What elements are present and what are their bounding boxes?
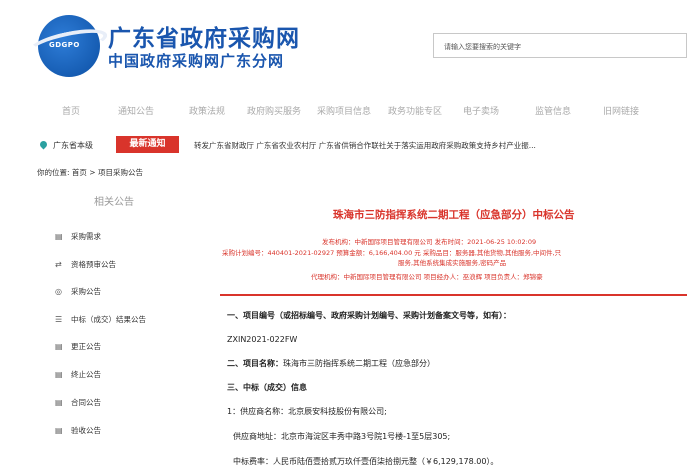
document-icon: ▤ xyxy=(55,342,63,351)
sidebar-item-contract[interactable]: ▤ 合同公告 xyxy=(55,397,101,408)
sidebar-item-label: 资格预审公告 xyxy=(71,260,116,269)
sidebar-item-acceptance[interactable]: ▤ 验收公告 xyxy=(55,425,101,436)
sidebar-item-label: 合同公告 xyxy=(71,398,101,407)
document-icon: ▤ xyxy=(55,232,63,241)
logo-text: GDGPO xyxy=(49,41,80,49)
project-name-value: 珠海市三防指挥系统二期工程（应急部分） xyxy=(283,359,435,368)
sidebar-item-procurement-demand[interactable]: ▤ 采购需求 xyxy=(55,231,101,242)
supplier-name: 1：供应商名称：北京辰安科技股份有限公司; xyxy=(227,407,387,416)
title-divider xyxy=(220,294,687,296)
location-pin-icon xyxy=(38,139,49,150)
sidebar-item-termination[interactable]: ▤ 终止公告 xyxy=(55,369,101,380)
document-icon: ▤ xyxy=(55,426,63,435)
sidebar-item-correction[interactable]: ▤ 更正公告 xyxy=(55,341,101,352)
sidebar-item-label: 更正公告 xyxy=(71,342,101,351)
nav-item-supervision[interactable]: 监管信息 xyxy=(535,104,571,117)
meta-agency-contacts: 代理机构：中新国际项目管理有限公司 项目经办人：巫浪辉 项目负责人：郑锦豪 xyxy=(311,273,543,281)
meta-plan-budget-items: 采购计划编号：440401-2021-02927 预算金额：6,166,404.… xyxy=(222,249,562,257)
nav-item-policies[interactable]: 政策法规 xyxy=(189,104,225,117)
sidebar-item-label: 采购需求 xyxy=(71,232,101,241)
section-award-info-heading: 三、中标（成交）信息 xyxy=(227,383,307,392)
nav-item-home[interactable]: 首页 xyxy=(62,104,80,117)
document-icon: ▤ xyxy=(55,370,63,379)
sidebar-item-label: 终止公告 xyxy=(71,370,101,379)
sidebar-item-label: 中标（成交）结果公告 xyxy=(71,315,146,324)
site-title: 广东省政府采购网 xyxy=(108,26,300,52)
target-icon: ◎ xyxy=(55,287,62,296)
site-subtitle: 中国政府采购网广东分网 xyxy=(108,52,285,70)
project-number: ZXIN2021-022FW xyxy=(227,335,298,344)
sidebar-item-award-result[interactable]: ☰ 中标（成交）结果公告 xyxy=(55,314,146,325)
arrows-icon: ⇄ xyxy=(55,260,62,269)
announcement-title: 珠海市三防指挥系统二期工程（应急部分）中标公告 xyxy=(333,209,575,221)
latest-notice-link[interactable]: 转发广东省财政厅 广东省农业农村厅 广东省供销合作联社关于落实运用政府采购政策支… xyxy=(194,140,536,151)
sidebar-item-procurement-notice[interactable]: ◎ 采购公告 xyxy=(55,286,101,297)
main-nav: 首页 通知公告 政策法规 政府购买服务 采购项目信息 政务功能专区 电子卖场 监… xyxy=(0,104,687,122)
award-amount: 中标费率：人民币陆佰壹拾贰万玖仟壹佰柒拾捌元整（￥6,129,178.00）。 xyxy=(233,457,499,466)
nav-item-e-mall[interactable]: 电子卖场 xyxy=(463,104,499,117)
section-project-number-heading: 一、项目编号（或招标编号、政府采购计划编号、采购计划备案文号等，如有）： xyxy=(227,311,511,320)
location-label[interactable]: 广东省本级 xyxy=(53,140,93,151)
supplier-address: 供应商地址：北京市海淀区丰秀中路3号院1号楼-1至5层305; xyxy=(233,432,451,441)
nav-item-notices[interactable]: 通知公告 xyxy=(118,104,154,117)
meta-items-continued: 服务,其他系统集成实施服务,密码产品 xyxy=(398,259,507,267)
header: GDGPO 广东省政府采购网 中国政府采购网广东分网 请输入您要搜索的关键字 xyxy=(0,0,687,90)
meta-publisher-time: 发布机构：中新国际项目管理有限公司 发布时间：2021-06-25 10:02:… xyxy=(322,238,537,246)
project-name-label: 二、项目名称： xyxy=(227,359,283,368)
search-input[interactable]: 请输入您要搜索的关键字 xyxy=(433,33,687,58)
sidebar-item-label: 采购公告 xyxy=(71,287,101,296)
sidebar-item-label: 验收公告 xyxy=(71,426,101,435)
project-name-line: 二、项目名称：珠海市三防指挥系统二期工程（应急部分） xyxy=(227,358,435,369)
sidebar-item-prequalification[interactable]: ⇄ 资格预审公告 xyxy=(55,259,116,270)
document-icon: ▤ xyxy=(55,398,63,407)
latest-notice-badge: 最新通知 xyxy=(116,136,179,153)
nav-item-old-links[interactable]: 旧网链接 xyxy=(603,104,639,117)
nav-item-gov-services[interactable]: 政府购买服务 xyxy=(247,104,301,117)
breadcrumb: 你的位置: 首页 > 项目采购公告 xyxy=(37,168,143,177)
sidebar-title: 相关公告 xyxy=(94,197,134,208)
list-icon: ☰ xyxy=(55,315,63,324)
nav-item-gov-functions[interactable]: 政务功能专区 xyxy=(388,104,442,117)
nav-item-procurement-info[interactable]: 采购项目信息 xyxy=(317,104,371,117)
